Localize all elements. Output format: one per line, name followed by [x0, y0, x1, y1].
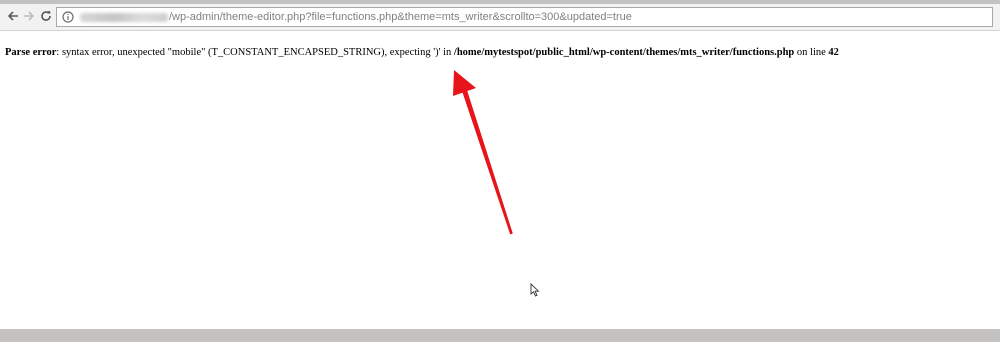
reload-icon: [41, 11, 51, 21]
redacted-domain: [80, 12, 168, 22]
address-bar[interactable]: /wp-admin/theme-editor.php?file=function…: [56, 7, 993, 27]
arrow-right-icon: [24, 11, 35, 21]
error-file-path: /home/mytestspot/public_html/wp-content/…: [453, 47, 795, 58]
url-path: /wp-admin/theme-editor.php?file=function…: [169, 11, 632, 23]
window-bottom-border: [0, 329, 1000, 342]
browser-toolbar: /wp-admin/theme-editor.php?file=function…: [0, 4, 1000, 31]
arrow-left-icon: [7, 11, 18, 21]
error-line-number: 42: [828, 47, 839, 58]
info-icon[interactable]: [61, 10, 75, 24]
reload-button[interactable]: [37, 7, 55, 25]
forward-button[interactable]: [20, 7, 38, 25]
php-error-message: Parse error: syntax error, unexpected "m…: [5, 47, 839, 58]
error-label: Parse error: [5, 47, 57, 58]
error-line-prefix: on line: [794, 47, 829, 58]
mouse-cursor-icon: [530, 283, 540, 297]
red-arrow-icon: [453, 70, 513, 235]
error-message: : syntax error, unexpected "mobile" (T_C…: [56, 47, 454, 58]
